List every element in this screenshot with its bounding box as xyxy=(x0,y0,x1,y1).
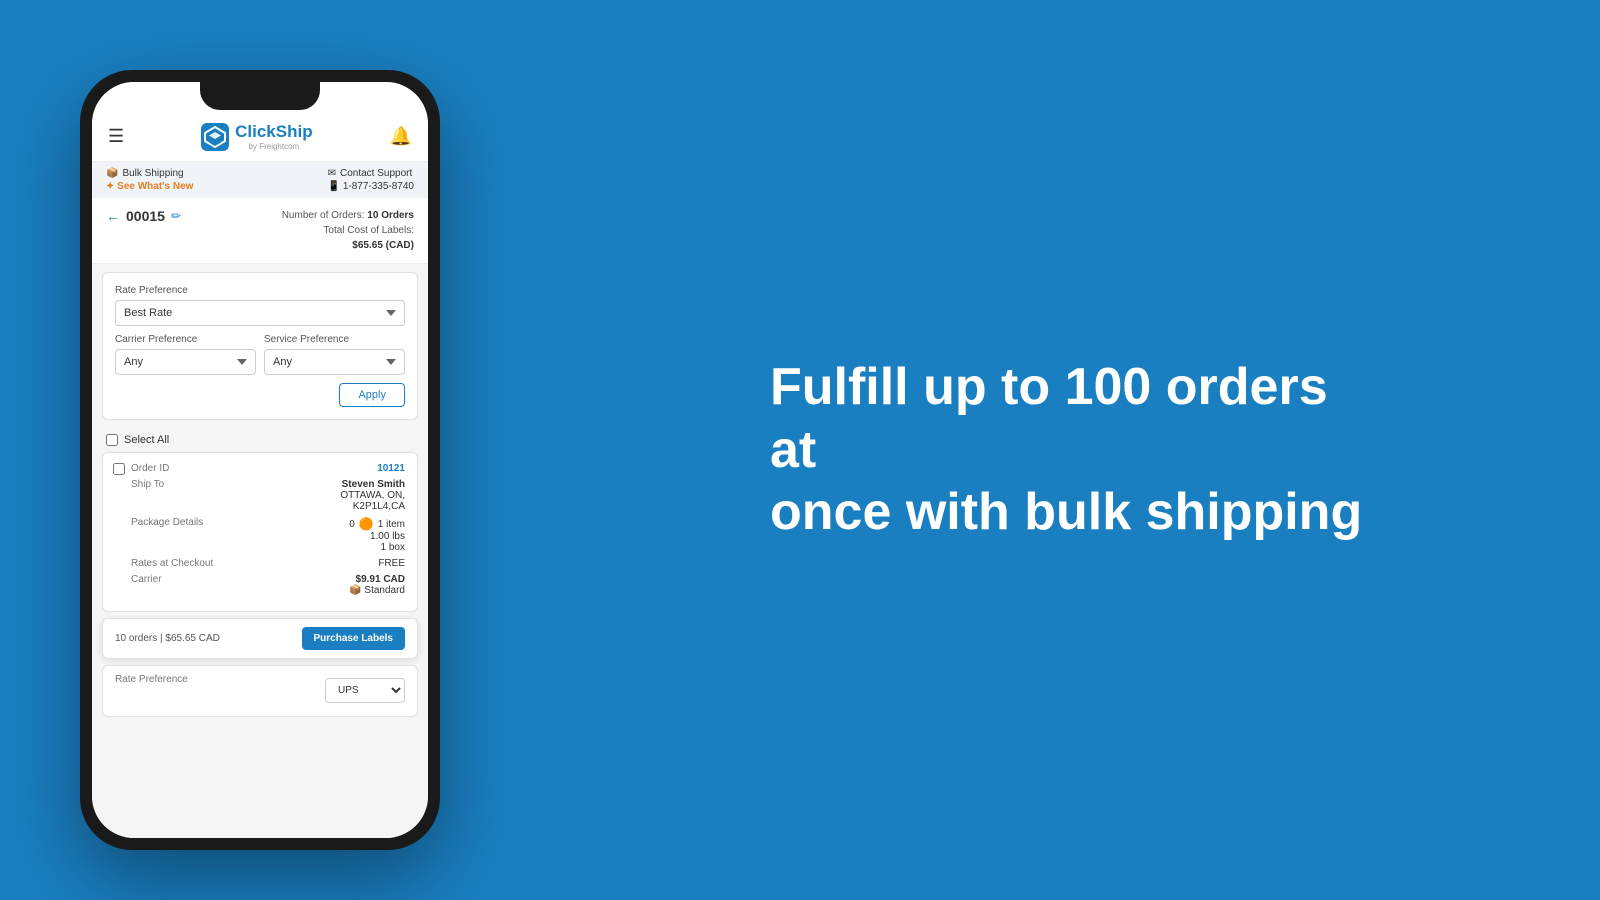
package-box: 1 box xyxy=(349,542,405,553)
order-stats: Number of Orders: 10 Orders Total Cost o… xyxy=(282,208,414,253)
see-whats-new-link[interactable]: ✦ See What's New xyxy=(106,181,193,192)
rate-pref-bottom-select[interactable]: UPS xyxy=(325,678,405,703)
rate-preference-box: Rate Preference Best Rate Carrier Prefer… xyxy=(102,272,418,420)
rate-preference-select[interactable]: Best Rate xyxy=(115,300,405,326)
ship-to-address: OTTAWA, ON, xyxy=(340,490,405,501)
announce-right: ✉ Contact Support 📱 1-877-335-8740 xyxy=(328,168,414,192)
package-item-icon: 🟠 xyxy=(359,517,374,531)
carrier-value-area: $9.91 CAD 📦 Standard xyxy=(349,574,405,596)
ship-to-postal: K2P1L4,CA xyxy=(340,501,405,512)
content: ← 00015 ✏ Number of Orders: 10 Orders To… xyxy=(92,198,428,838)
headline: Fulfill up to 100 orders at once with bu… xyxy=(770,356,1370,543)
carrier-row: Carrier $9.91 CAD 📦 Standard xyxy=(115,574,405,596)
order-id-row: Order ID 10121 xyxy=(115,463,405,474)
package-details-label: Package Details xyxy=(131,517,203,553)
purchase-popup: 10 orders | $65.65 CAD Purchase Labels xyxy=(102,618,418,659)
bell-icon[interactable]: 🔔 xyxy=(390,126,412,147)
rates-checkout-value: FREE xyxy=(378,558,405,569)
phone-screen: ☰ ClickShip by Freightcom 🔔 xyxy=(92,82,428,838)
headline-line1: Fulfill up to 100 orders at xyxy=(770,358,1328,478)
phone: ☰ ClickShip by Freightcom 🔔 xyxy=(80,70,440,850)
phone-icon: 📱 xyxy=(328,181,340,192)
order-checkbox[interactable] xyxy=(113,463,125,475)
service-preference-select[interactable]: Any xyxy=(264,349,405,375)
carrier-price: $9.91 CAD xyxy=(349,574,405,585)
package-qty: 0 xyxy=(349,519,355,530)
purchase-label: 10 orders | $65.65 CAD xyxy=(115,633,220,644)
right-panel: Fulfill up to 100 orders at once with bu… xyxy=(540,316,1600,583)
rates-checkout-label: Rates at Checkout xyxy=(131,558,213,569)
order-id-number: 00015 xyxy=(126,208,165,224)
bulk-shipping-link[interactable]: 📦 Bulk Shipping xyxy=(106,168,193,179)
ship-to-value: Steven Smith OTTAWA, ON, K2P1L4,CA xyxy=(340,479,405,512)
select-all-row: Select All xyxy=(92,428,428,452)
rate-pref-bottom-label: Rate Preference xyxy=(115,674,188,703)
order-id-label: Order ID xyxy=(131,463,169,474)
email-icon: ✉ xyxy=(328,168,336,179)
carrier-service: Standard xyxy=(364,585,405,596)
headline-line2: once with bulk shipping xyxy=(770,483,1362,541)
package-weight: 1.00 lbs xyxy=(349,531,405,542)
ship-to-name: Steven Smith xyxy=(340,479,405,490)
order-header: ← 00015 ✏ Number of Orders: 10 Orders To… xyxy=(92,198,428,264)
order-card: Order ID 10121 Ship To Steven Smith OTTA… xyxy=(102,452,418,612)
phone-number: 📱 1-877-335-8740 xyxy=(328,181,414,192)
rate-pref-bottom-row: Rate Preference UPS xyxy=(115,674,405,703)
phone-wrapper: ☰ ClickShip by Freightcom 🔔 xyxy=(80,70,440,850)
apply-button[interactable]: Apply xyxy=(339,383,405,407)
logo-text: ClickShip xyxy=(235,122,312,141)
rates-checkout-row: Rates at Checkout FREE xyxy=(115,558,405,569)
announce-bar: 📦 Bulk Shipping ✦ See What's New ✉ Conta… xyxy=(92,162,428,198)
select-all-checkbox[interactable] xyxy=(106,434,118,446)
hamburger-icon[interactable]: ☰ xyxy=(108,126,124,147)
ship-to-row: Ship To Steven Smith OTTAWA, ON, K2P1L4,… xyxy=(115,479,405,512)
ups-icon: 📦 xyxy=(349,585,361,596)
edit-icon[interactable]: ✏ xyxy=(171,209,181,223)
package-details-value: 0 🟠 1 item 1.00 lbs 1 box xyxy=(349,517,405,553)
service-preference-label: Service Preference xyxy=(264,334,405,345)
carrier-preference-select[interactable]: Any xyxy=(115,349,256,375)
order-id-area: ← 00015 ✏ xyxy=(106,208,181,224)
logo-sub: by Freightcom xyxy=(235,142,312,151)
package-items: 1 item xyxy=(378,519,405,530)
carrier-label: Carrier xyxy=(131,574,162,596)
package-details-row: Package Details 0 🟠 1 item 1.00 lbs 1 bo… xyxy=(115,517,405,553)
rate-pref-bottom-box: Rate Preference UPS xyxy=(102,665,418,717)
carrier-preference-label: Carrier Preference xyxy=(115,334,256,345)
ship-to-label: Ship To xyxy=(131,479,164,512)
bulk-icon: 📦 xyxy=(106,168,118,179)
logo-icon xyxy=(201,123,229,151)
back-arrow-icon[interactable]: ← xyxy=(106,208,120,224)
order-id-value[interactable]: 10121 xyxy=(377,463,405,474)
select-all-label: Select All xyxy=(124,434,169,446)
rate-preference-label: Rate Preference xyxy=(115,285,405,296)
logo-area: ClickShip by Freightcom xyxy=(201,122,312,151)
contact-support-link[interactable]: ✉ Contact Support xyxy=(328,168,414,179)
purchase-labels-button[interactable]: Purchase Labels xyxy=(302,627,405,650)
phone-notch xyxy=(200,82,320,110)
announce-left: 📦 Bulk Shipping ✦ See What's New xyxy=(106,168,193,192)
